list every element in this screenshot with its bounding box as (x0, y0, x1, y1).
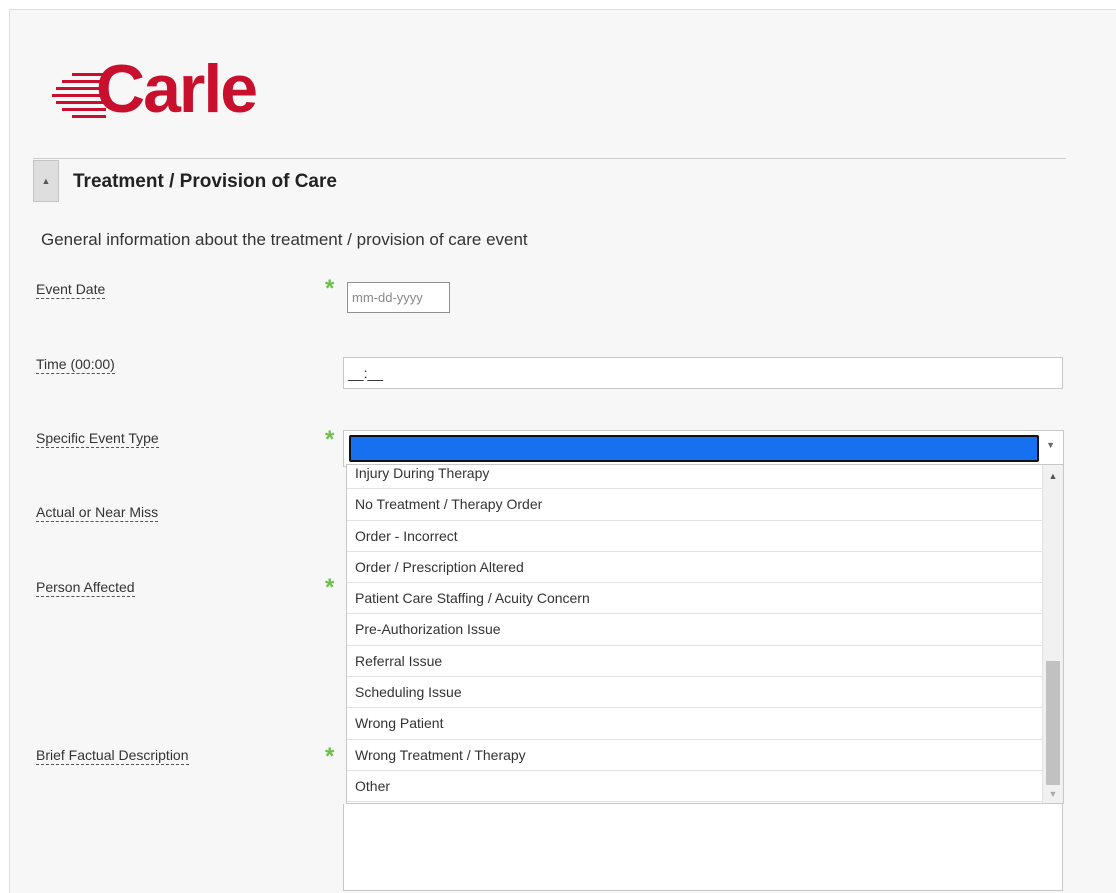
dropdown-option[interactable]: Patient Care Staffing / Acuity Concern (347, 583, 1043, 615)
dropdown-option[interactable]: Injury During Therapy (347, 465, 1043, 490)
event-type-dropdown-list[interactable]: Injury During Therapy No Treatment / The… (346, 464, 1064, 804)
logo-text: Carle (96, 51, 258, 127)
required-indicator: * (325, 275, 335, 302)
brief-factual-description-textarea[interactable] (343, 804, 1063, 891)
dropdown-option[interactable]: Pre-Authorization Issue (347, 614, 1043, 646)
scroll-down-icon[interactable]: ▼ (1043, 789, 1063, 799)
time-label: Time (00:00) (36, 356, 115, 374)
time-input[interactable]: __:__ (343, 357, 1063, 389)
scroll-up-icon[interactable]: ▲ (1043, 471, 1063, 481)
actual-or-near-miss-label: Actual or Near Miss (36, 504, 159, 522)
event-date-label: Event Date (36, 281, 106, 299)
carle-logo: Carle (48, 51, 288, 130)
form-page: Carle ▲ Treatment / Provision of Care Ge… (9, 9, 1116, 893)
selected-option-highlight[interactable] (349, 435, 1039, 462)
required-indicator: * (325, 574, 335, 601)
chevron-down-icon[interactable]: ▼ (1046, 440, 1055, 450)
dropdown-option[interactable]: Scheduling Issue (347, 677, 1043, 709)
brief-factual-description-label: Brief Factual Description (36, 747, 189, 765)
section-description: General information about the treatment … (41, 230, 528, 249)
dropdown-scrollbar[interactable]: ▲ ▼ (1042, 465, 1063, 803)
dropdown-option[interactable]: Referral Issue (347, 646, 1043, 678)
event-date-input[interactable]: mm-dd-yyyy (347, 282, 450, 313)
specific-event-type-select[interactable]: ▼ (343, 430, 1064, 467)
dropdown-option[interactable]: Order - Incorrect (347, 521, 1043, 552)
section-collapse-button[interactable]: ▲ (33, 160, 59, 202)
scrollbar-thumb[interactable] (1046, 661, 1060, 785)
dropdown-option[interactable]: Wrong Treatment / Therapy (347, 740, 1043, 771)
specific-event-type-label: Specific Event Type (36, 430, 159, 448)
dropdown-option[interactable]: Wrong Patient (347, 708, 1043, 740)
section-title: Treatment / Provision of Care (73, 171, 337, 192)
dropdown-option[interactable]: Other (347, 771, 1043, 803)
person-affected-label: Person Affected (36, 579, 135, 597)
required-indicator: * (325, 743, 335, 770)
triangle-up-icon: ▲ (41, 176, 51, 186)
required-indicator: * (325, 426, 335, 453)
dropdown-options: Injury During Therapy No Treatment / The… (347, 465, 1043, 803)
section-divider (33, 158, 1066, 159)
dropdown-option[interactable]: Order / Prescription Altered (347, 552, 1043, 584)
dropdown-option[interactable]: No Treatment / Therapy Order (347, 489, 1043, 521)
